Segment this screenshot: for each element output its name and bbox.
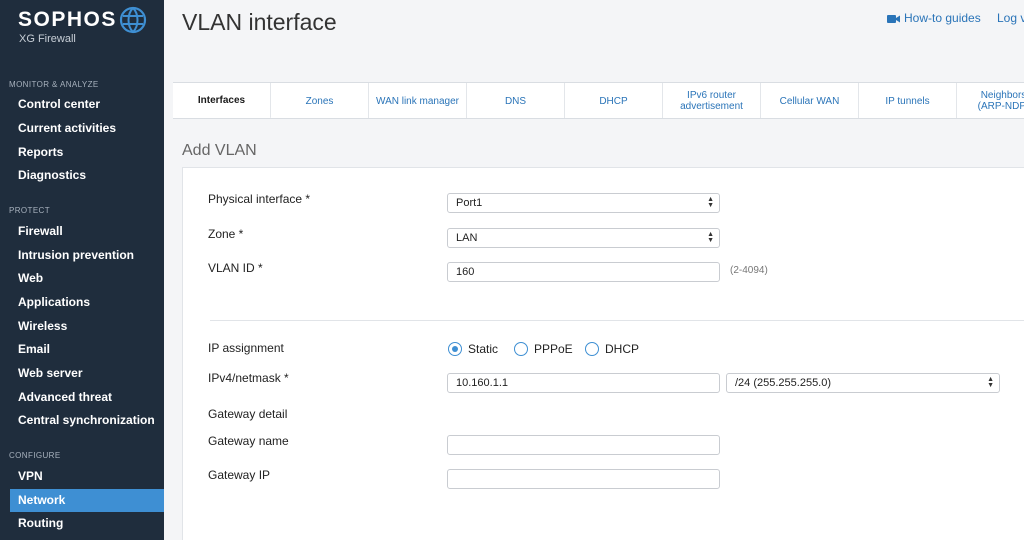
netmask-select[interactable]: /24 (255.255.255.0) ▲ ▼: [726, 373, 1000, 393]
log-viewer-link[interactable]: Log v: [997, 11, 1024, 25]
radio-static-label: Static: [468, 342, 499, 356]
sidebar: SOPHOS XG Firewall MONITOR & ANALYZE Con…: [0, 0, 164, 540]
physical-interface-label: Physical interface *: [208, 192, 311, 206]
select-arrows-icon: ▲ ▼: [987, 376, 994, 389]
radio-pppoe[interactable]: PPPoE: [514, 342, 573, 356]
divider: [210, 320, 1024, 321]
vlan-id-input[interactable]: 160: [447, 262, 720, 282]
physical-interface-value: Port1: [456, 197, 483, 209]
brand-name: SOPHOS: [18, 8, 117, 31]
sidebar-item-reports[interactable]: Reports: [10, 141, 164, 164]
zone-label: Zone *: [208, 227, 244, 241]
radio-unchecked-icon: [514, 342, 528, 356]
sidebar-item-email[interactable]: Email: [10, 338, 164, 361]
tab-dhcp[interactable]: DHCP: [565, 83, 663, 118]
radio-dhcp-label: DHCP: [605, 342, 640, 356]
radio-dhcp[interactable]: DHCP: [585, 342, 639, 356]
vlan-id-label: VLAN ID *: [208, 261, 263, 275]
tab-ipv6-router-advertisement[interactable]: IPv6 router advertisement: [663, 83, 761, 118]
sidebar-item-applications[interactable]: Applications: [10, 291, 164, 314]
ipv4-address-input[interactable]: 10.160.1.1: [447, 373, 720, 393]
radio-pppoe-label: PPPoE: [534, 342, 573, 356]
sidebar-item-intrusion-prevention[interactable]: Intrusion prevention: [10, 244, 164, 267]
how-to-guides-link[interactable]: How-to guides: [887, 11, 981, 25]
vlan-id-value: 160: [456, 266, 475, 278]
page-title: VLAN interface: [182, 9, 337, 35]
zone-value: LAN: [456, 232, 478, 244]
sidebar-item-web-server[interactable]: Web server: [10, 362, 164, 385]
physical-interface-select[interactable]: Port1 ▲ ▼: [447, 193, 720, 213]
brand-product: XG Firewall: [19, 33, 76, 45]
tab-neighbors[interactable]: Neighbors (ARP-NDP): [957, 83, 1024, 118]
section-title: Add VLAN: [182, 142, 257, 159]
sidebar-item-control-center[interactable]: Control center: [10, 93, 164, 116]
sidebar-item-network[interactable]: Network: [10, 489, 164, 512]
gateway-name-input[interactable]: [447, 435, 720, 455]
section-configure: CONFIGURE: [9, 451, 61, 460]
radio-static[interactable]: Static: [448, 342, 498, 356]
gateway-ip-label: Gateway IP: [208, 468, 271, 482]
gateway-ip-input[interactable]: [447, 469, 720, 489]
sidebar-item-central-synchronization[interactable]: Central synchronization: [10, 409, 164, 432]
radio-unchecked-icon: [585, 342, 599, 356]
sidebar-item-routing[interactable]: Routing: [10, 512, 164, 535]
select-arrows-icon: ▲ ▼: [707, 196, 714, 209]
gateway-detail-label: Gateway detail: [208, 407, 288, 421]
section-protect: PROTECT: [9, 206, 51, 215]
netmask-value: /24 (255.255.255.0): [735, 377, 832, 389]
zone-select[interactable]: LAN ▲ ▼: [447, 228, 720, 248]
section-monitor-analyze: MONITOR & ANALYZE: [9, 80, 99, 89]
gateway-name-label: Gateway name: [208, 434, 289, 448]
ipv4-netmask-label: IPv4/netmask *: [208, 371, 289, 385]
tab-zones[interactable]: Zones: [271, 83, 369, 118]
tab-dns[interactable]: DNS: [467, 83, 565, 118]
video-camera-icon: [887, 15, 900, 23]
tab-ip-tunnels[interactable]: IP tunnels: [859, 83, 957, 118]
sidebar-item-web[interactable]: Web: [10, 267, 164, 290]
ipv4-address-value: 10.160.1.1: [456, 377, 508, 389]
tab-interfaces[interactable]: Interfaces: [173, 83, 271, 118]
sidebar-item-advanced-threat[interactable]: Advanced threat: [10, 386, 164, 409]
ip-assignment-label: IP assignment: [208, 341, 284, 355]
sidebar-item-firewall[interactable]: Firewall: [10, 220, 164, 243]
how-to-guides-label: How-to guides: [904, 11, 981, 25]
select-arrows-icon: ▲ ▼: [707, 231, 714, 244]
sidebar-item-diagnostics[interactable]: Diagnostics: [10, 164, 164, 187]
radio-checked-icon: [448, 342, 462, 356]
vlan-id-range-hint: (2-4094): [730, 265, 768, 276]
sidebar-item-wireless[interactable]: Wireless: [10, 315, 164, 338]
sidebar-item-vpn[interactable]: VPN: [10, 465, 164, 488]
globe-icon: [119, 6, 147, 34]
tab-wan-link-manager[interactable]: WAN link manager: [369, 83, 467, 118]
tab-bar: Interfaces Zones WAN link manager DNS DH…: [173, 82, 1024, 119]
tab-cellular-wan[interactable]: Cellular WAN: [761, 83, 859, 118]
sidebar-item-current-activities[interactable]: Current activities: [10, 117, 164, 140]
